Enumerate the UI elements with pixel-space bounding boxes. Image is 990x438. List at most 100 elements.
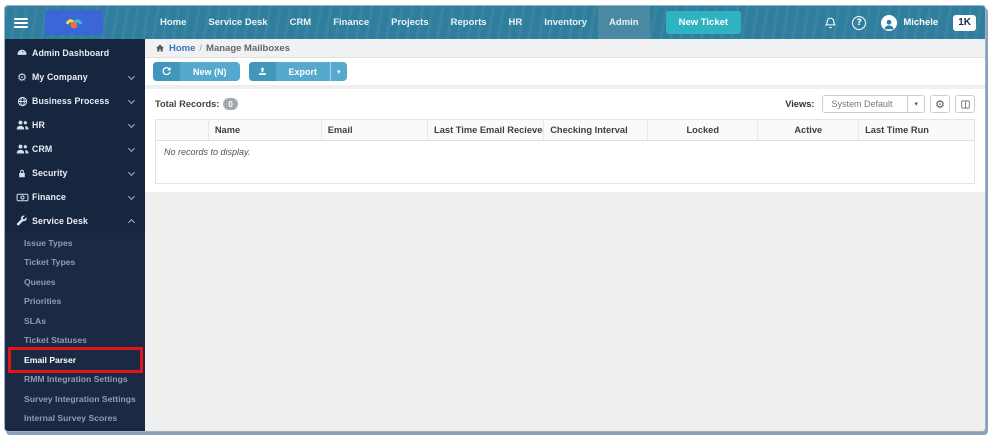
export-button[interactable]: Export ▾: [248, 62, 347, 81]
nav-item-finance[interactable]: Finance: [322, 6, 380, 39]
sidebar-item-business-process[interactable]: Business Process: [5, 89, 145, 113]
sidebar-item-label: My Company: [32, 72, 88, 82]
main-content: Home / Manage Mailboxes New (N) Export ▾…: [145, 39, 985, 431]
admin-sidebar: Admin Dashboard ⚙ My Company Business Pr…: [5, 39, 145, 431]
mailboxes-table: Name Email Last Time Email Recieved Chec…: [155, 119, 975, 184]
submenu-item-rmm-integration-settings[interactable]: RMM Integration Settings: [5, 370, 145, 390]
lock-icon: [14, 168, 30, 179]
select-caret-icon: ▾: [907, 96, 924, 112]
sidebar-item-admin-dashboard[interactable]: Admin Dashboard: [5, 41, 145, 65]
breadcrumb-home-link[interactable]: Home: [169, 43, 195, 54]
sidebar-item-label: Finance: [32, 192, 66, 202]
breadcrumb-separator: /: [199, 42, 203, 54]
submenu-item-survey-integration-settings[interactable]: Survey Integration Settings: [5, 389, 145, 409]
sidebar-item-security[interactable]: Security: [5, 161, 145, 185]
service-desk-submenu: Issue Types Ticket Types Queues Prioriti…: [5, 233, 145, 428]
views-controls: Views: System Default ▾ ⚙: [785, 95, 975, 113]
sidebar-item-hr[interactable]: HR: [5, 113, 145, 137]
sidebar-item-service-desk[interactable]: Service Desk: [5, 209, 145, 233]
views-settings-gear-button[interactable]: ⚙: [930, 95, 950, 113]
nav-item-home[interactable]: Home: [149, 6, 197, 39]
submenu-item-ticket-statuses[interactable]: Ticket Statuses: [5, 331, 145, 351]
sidebar-item-label: Security: [32, 168, 68, 178]
new-button-label: New (N): [193, 66, 227, 77]
columns-icon: [960, 100, 970, 108]
main-nav: Home Service Desk CRM Finance Projects R…: [149, 6, 650, 39]
dashboard-icon: [14, 47, 30, 59]
app-window: Home Service Desk CRM Finance Projects R…: [4, 5, 986, 432]
user-avatar-icon: [881, 14, 898, 31]
help-question-icon[interactable]: ?: [852, 15, 867, 30]
user-menu[interactable]: Michele: [881, 14, 938, 31]
sidebar-item-my-company[interactable]: ⚙ My Company: [5, 65, 145, 89]
sidebar-item-label: Admin Dashboard: [32, 48, 110, 58]
column-chooser-button[interactable]: [955, 95, 975, 113]
home-icon: [156, 44, 164, 52]
column-header-active[interactable]: Active: [757, 120, 860, 141]
hamburger-menu-icon[interactable]: [14, 16, 28, 30]
new-button[interactable]: New (N): [153, 62, 240, 81]
users-icon: [14, 119, 30, 131]
company-logo[interactable]: [45, 10, 103, 35]
submenu-item-email-parser[interactable]: Email Parser: [5, 347, 145, 373]
nav-item-reports[interactable]: Reports: [440, 6, 498, 39]
wrench-icon: [14, 215, 30, 227]
mailboxes-grid-card: Total Records: 0 Views: System Default ▾…: [145, 89, 985, 192]
no-records-message: No records to display.: [156, 140, 974, 183]
grid-header-bar: Total Records: 0 Views: System Default ▾…: [145, 89, 985, 119]
nav-item-crm[interactable]: CRM: [279, 6, 323, 39]
submenu-item-slas[interactable]: SLAs: [5, 311, 145, 331]
column-header-last-time-email-recieved[interactable]: Last Time Email Recieved: [427, 120, 545, 141]
submenu-item-issue-types[interactable]: Issue Types: [5, 233, 145, 253]
total-records-label: Total Records:: [155, 99, 220, 109]
content-background: [145, 192, 985, 431]
submenu-item-ticket-types[interactable]: Ticket Types: [5, 253, 145, 273]
chevron-down-icon: [127, 72, 136, 81]
column-header-row-selector[interactable]: [156, 120, 209, 141]
submenu-item-queues[interactable]: Queues: [5, 272, 145, 292]
column-header-last-time-run[interactable]: Last Time Run: [858, 120, 974, 141]
nav-item-hr[interactable]: HR: [498, 6, 534, 39]
banknote-icon: [14, 192, 30, 203]
column-header-name[interactable]: Name: [208, 120, 322, 141]
sidebar-item-label: CRM: [32, 144, 53, 154]
empty-state-row: No records to display.: [156, 140, 974, 183]
notifications-bell-icon[interactable]: [824, 16, 837, 30]
chevron-down-icon: [127, 144, 136, 153]
views-label: Views:: [785, 99, 815, 109]
nav-item-service-desk[interactable]: Service Desk: [197, 6, 278, 39]
gear-icon: ⚙: [17, 70, 27, 84]
sidebar-item-crm[interactable]: CRM: [5, 137, 145, 161]
topbar-right-group: ? Michele 1K: [824, 14, 985, 31]
top-navigation-bar: Home Service Desk CRM Finance Projects R…: [5, 6, 985, 39]
chevron-down-icon: [127, 192, 136, 201]
export-icon: [248, 62, 276, 81]
table-header-row: Name Email Last Time Email Recieved Chec…: [156, 120, 974, 141]
views-select[interactable]: System Default ▾: [822, 95, 925, 113]
nav-item-inventory[interactable]: Inventory: [533, 6, 598, 39]
views-selected-option: System Default: [831, 99, 893, 109]
submenu-item-label: Email Parser: [24, 354, 77, 365]
chevron-up-icon: [127, 218, 136, 227]
export-dropdown-caret-icon[interactable]: ▾: [330, 62, 347, 81]
total-records-count-badge: 0: [223, 98, 238, 110]
sidebar-item-label: Service Desk: [32, 216, 88, 226]
submenu-item-priorities[interactable]: Priorities: [5, 292, 145, 312]
chevron-down-icon: [127, 168, 136, 177]
nav-item-projects[interactable]: Projects: [380, 6, 440, 39]
submenu-item-internal-survey-scores[interactable]: Internal Survey Scores: [5, 409, 145, 429]
chevron-down-icon: [127, 120, 136, 129]
sidebar-item-label: Business Process: [32, 96, 110, 106]
brand-1k-badge[interactable]: 1K: [953, 14, 976, 31]
sidebar-item-finance[interactable]: Finance: [5, 185, 145, 209]
new-refresh-icon: [153, 62, 180, 81]
globe-icon: [14, 96, 30, 107]
sidebar-item-label: HR: [32, 120, 45, 130]
nav-item-admin[interactable]: Admin: [598, 6, 650, 39]
chevron-down-icon: [127, 96, 136, 105]
column-header-locked[interactable]: Locked: [647, 120, 759, 141]
new-ticket-button[interactable]: New Ticket: [665, 11, 742, 34]
users-icon: [14, 143, 30, 155]
column-header-checking-interval[interactable]: Checking Interval: [543, 120, 649, 141]
column-header-email[interactable]: Email: [321, 120, 429, 141]
